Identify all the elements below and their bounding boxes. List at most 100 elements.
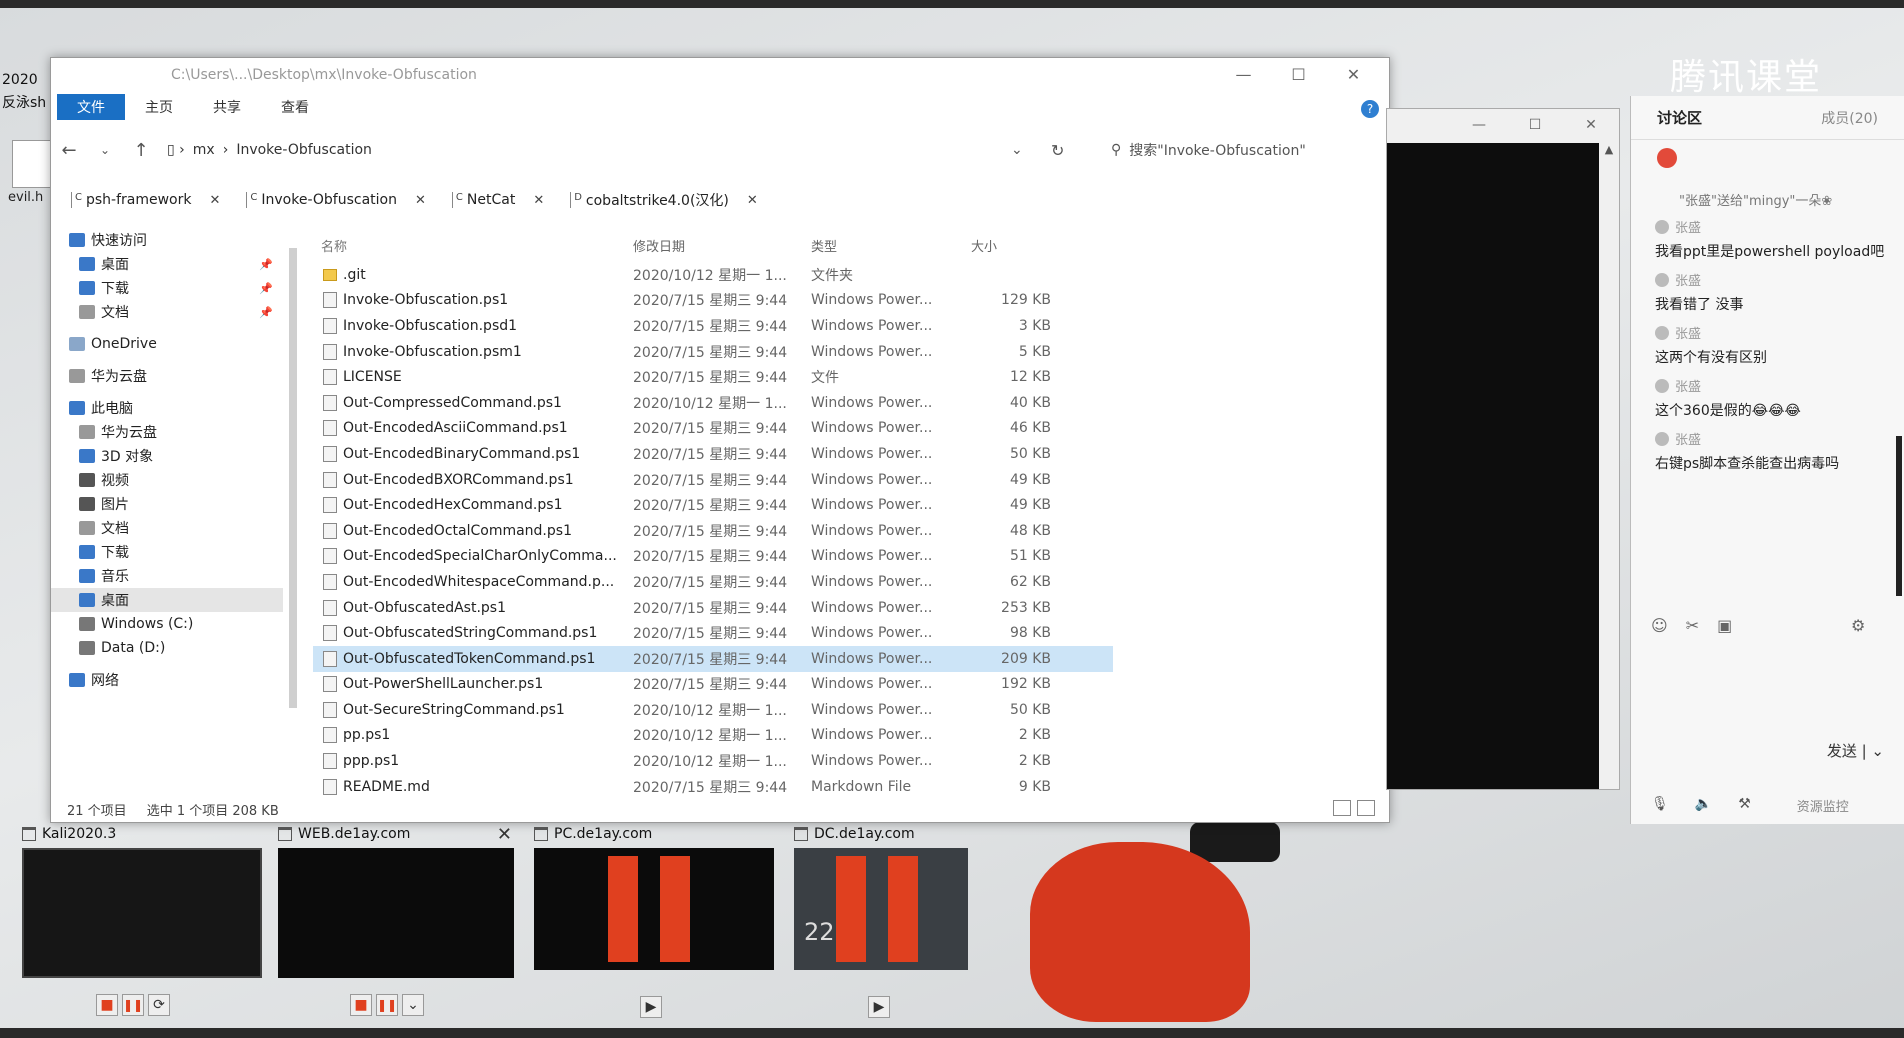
reset-icon[interactable]: ⟳ — [148, 994, 170, 1016]
pin-icon[interactable]: 📌 — [259, 258, 273, 271]
file-row[interactable]: .git 2020/10/12 星期一 1... 文件夹 — [313, 262, 1113, 288]
nav-item[interactable]: Data (D:) — [51, 636, 283, 660]
tab-view[interactable]: 查看 — [261, 94, 329, 120]
file-row[interactable]: Invoke-Obfuscation.psm1 2020/7/15 星期三 9:4… — [313, 339, 1113, 365]
nav-item[interactable]: OneDrive — [51, 332, 283, 356]
nav-item[interactable]: 文档 📌 — [51, 300, 283, 324]
details-view-icon[interactable] — [1333, 800, 1351, 816]
file-row[interactable]: pp.ps1 2020/10/12 星期一 1... Windows Power..… — [313, 723, 1113, 749]
file-row[interactable]: ppp.ps1 2020/10/12 星期一 1... Windows Power.… — [313, 748, 1113, 774]
minimize-button[interactable]: — — [1451, 109, 1507, 141]
search-box[interactable]: ⚲ 搜索"Invoke-Obfuscation" — [1111, 140, 1306, 160]
pause-icon[interactable]: ❚❚ — [376, 994, 398, 1016]
vm-preview[interactable] — [22, 848, 262, 978]
nav-item[interactable]: 网络 — [51, 668, 283, 692]
tab-share[interactable]: 共享 — [193, 94, 261, 120]
refresh-icon[interactable]: ↻ — [1051, 141, 1064, 160]
file-row[interactable]: Out-EncodedWhitespaceCommand.p... 2020/7/… — [313, 569, 1113, 595]
emoji-icon[interactable]: ☺ — [1651, 616, 1668, 635]
nav-item[interactable]: 文档 — [51, 516, 283, 540]
pin-icon[interactable]: 📌 — [259, 282, 273, 295]
nav-item[interactable]: 此电脑 — [51, 396, 283, 420]
close-icon[interactable]: ✕ — [497, 824, 512, 845]
nav-item[interactable]: 图片 — [51, 492, 283, 516]
folder-tab[interactable]: C psh-framework ✕ — [71, 192, 220, 208]
file-row[interactable]: Out-ObfuscatedStringCommand.ps1 2020/7/15… — [313, 620, 1113, 646]
tab-members[interactable]: 成员(20) — [1821, 108, 1878, 128]
nav-item[interactable]: 3D 对象 — [51, 444, 283, 468]
nav-item[interactable]: 音乐 — [51, 564, 283, 588]
close-icon[interactable]: ✕ — [209, 193, 220, 208]
file-row[interactable]: Invoke-Obfuscation.psd1 2020/7/15 星期三 9:4… — [313, 313, 1113, 339]
column-type[interactable]: 类型 — [811, 236, 951, 255]
stop-icon[interactable]: ■ — [96, 994, 118, 1016]
chat-scrollbar[interactable] — [1896, 436, 1902, 596]
maximize-button[interactable]: ☐ — [1271, 58, 1326, 90]
folder-tab[interactable]: C Invoke-Obfuscation ✕ — [246, 192, 426, 208]
file-row[interactable]: Out-CompressedCommand.ps1 2020/10/12 星期一 … — [313, 390, 1113, 416]
pin-icon[interactable]: 📌 — [259, 306, 273, 319]
scissors-icon[interactable]: ✂ — [1686, 616, 1699, 635]
large-icons-view-icon[interactable] — [1357, 800, 1375, 816]
file-row[interactable]: Out-PowerShellLauncher.ps1 2020/7/15 星期三 … — [313, 672, 1113, 698]
up-icon[interactable]: ↑ — [123, 140, 159, 161]
file-row[interactable]: Out-EncodedOctalCommand.ps1 2020/7/15 星期三… — [313, 518, 1113, 544]
settings-icon[interactable]: ⚒ — [1738, 796, 1751, 815]
vm-card-dc[interactable]: DC.de1ay.com 22 — [794, 820, 968, 970]
file-row[interactable]: README.md 2020/7/15 星期三 9:44 Markdown File… — [313, 774, 1113, 800]
file-row[interactable]: Out-ObfuscatedAst.ps1 2020/7/15 星期三 9:44 W… — [313, 595, 1113, 621]
file-row[interactable]: Out-EncodedSpecialCharOnlyComma... 2020/7… — [313, 544, 1113, 570]
tab-home[interactable]: 主页 — [125, 94, 193, 120]
terminal-screen[interactable] — [1387, 143, 1599, 789]
tab-discussion[interactable]: 讨论区 — [1657, 107, 1702, 128]
nav-item[interactable]: 视频 — [51, 468, 283, 492]
pause-icon[interactable]: ❚❚ — [122, 994, 144, 1016]
breadcrumb-mx[interactable]: mx — [193, 142, 215, 158]
file-row[interactable]: Out-ObfuscatedTokenCommand.ps1 2020/7/15 … — [313, 645, 1113, 672]
close-button[interactable]: ✕ — [1563, 109, 1619, 141]
file-row[interactable]: Invoke-Obfuscation.ps1 2020/7/15 星期三 9:44… — [313, 288, 1113, 314]
help-icon[interactable]: ? — [1361, 100, 1379, 118]
column-size[interactable]: 大小 — [951, 236, 1051, 255]
gear-icon[interactable]: ⚙ — [1851, 616, 1865, 635]
stop-icon[interactable]: ■ — [350, 994, 372, 1016]
nav-item[interactable]: 下载 — [51, 540, 283, 564]
recent-dropdown-icon[interactable]: ⌄ — [87, 143, 123, 157]
play-icon[interactable]: ▶ — [868, 996, 890, 1018]
file-row[interactable]: Out-EncodedBXORCommand.ps1 2020/7/15 星期三 … — [313, 467, 1113, 493]
terminal-title-bar[interactable]: — ☐ ✕ — [1387, 109, 1619, 141]
nav-scrollbar[interactable] — [287, 228, 299, 788]
play-icon[interactable]: ▶ — [640, 996, 662, 1018]
vm-preview[interactable]: 22 — [794, 848, 968, 970]
file-row[interactable]: Out-EncodedHexCommand.ps1 2020/7/15 星期三 9… — [313, 492, 1113, 518]
vm-card-web[interactable]: WEB.de1ay.com ✕ — [278, 820, 514, 978]
vm-card-pc[interactable]: PC.de1ay.com — [534, 820, 774, 970]
nav-item[interactable]: 华为云盘 — [51, 420, 283, 444]
close-icon[interactable]: ✕ — [747, 193, 758, 208]
nav-item[interactable]: 下载 📌 — [51, 276, 283, 300]
folder-tab[interactable]: D cobaltstrike4.0(汉化) ✕ — [570, 190, 758, 210]
file-row[interactable]: Out-EncodedAsciiCommand.ps1 2020/7/15 星期三… — [313, 416, 1113, 442]
file-row[interactable]: Out-EncodedBinaryCommand.ps1 2020/7/15 星期… — [313, 441, 1113, 467]
close-button[interactable]: ✕ — [1326, 58, 1381, 90]
nav-item[interactable]: 桌面 — [51, 588, 283, 612]
back-icon[interactable]: ← — [51, 140, 87, 161]
folder-tab[interactable]: C NetCat ✕ — [451, 192, 544, 208]
tab-file[interactable]: 文件 — [57, 94, 125, 120]
speaker-icon[interactable]: 🔈 — [1695, 796, 1712, 815]
column-name[interactable]: 名称 — [313, 236, 633, 255]
resource-monitor-label[interactable]: 资源监控 — [1797, 796, 1849, 815]
breadcrumb-current[interactable]: Invoke-Obfuscation — [236, 142, 372, 158]
image-icon[interactable]: ▣ — [1717, 616, 1732, 635]
vm-card-kali[interactable]: Kali2020.3 — [22, 820, 262, 978]
maximize-button[interactable]: ☐ — [1507, 109, 1563, 141]
dropdown-icon[interactable]: ⌄ — [402, 994, 424, 1016]
address-dropdown-icon[interactable]: ⌄ — [1011, 142, 1023, 158]
desktop-file-evil[interactable]: evil.h — [8, 140, 56, 205]
nav-item[interactable]: Windows (C:) — [51, 612, 283, 636]
close-icon[interactable]: ✕ — [533, 193, 544, 208]
nav-item[interactable]: 快速访问 — [51, 228, 283, 252]
nav-item[interactable]: 华为云盘 — [51, 364, 283, 388]
column-date[interactable]: 修改日期 — [633, 236, 811, 255]
title-bar[interactable]: C:\Users\...\Desktop\mx\Invoke-Obfuscati… — [51, 58, 1389, 92]
